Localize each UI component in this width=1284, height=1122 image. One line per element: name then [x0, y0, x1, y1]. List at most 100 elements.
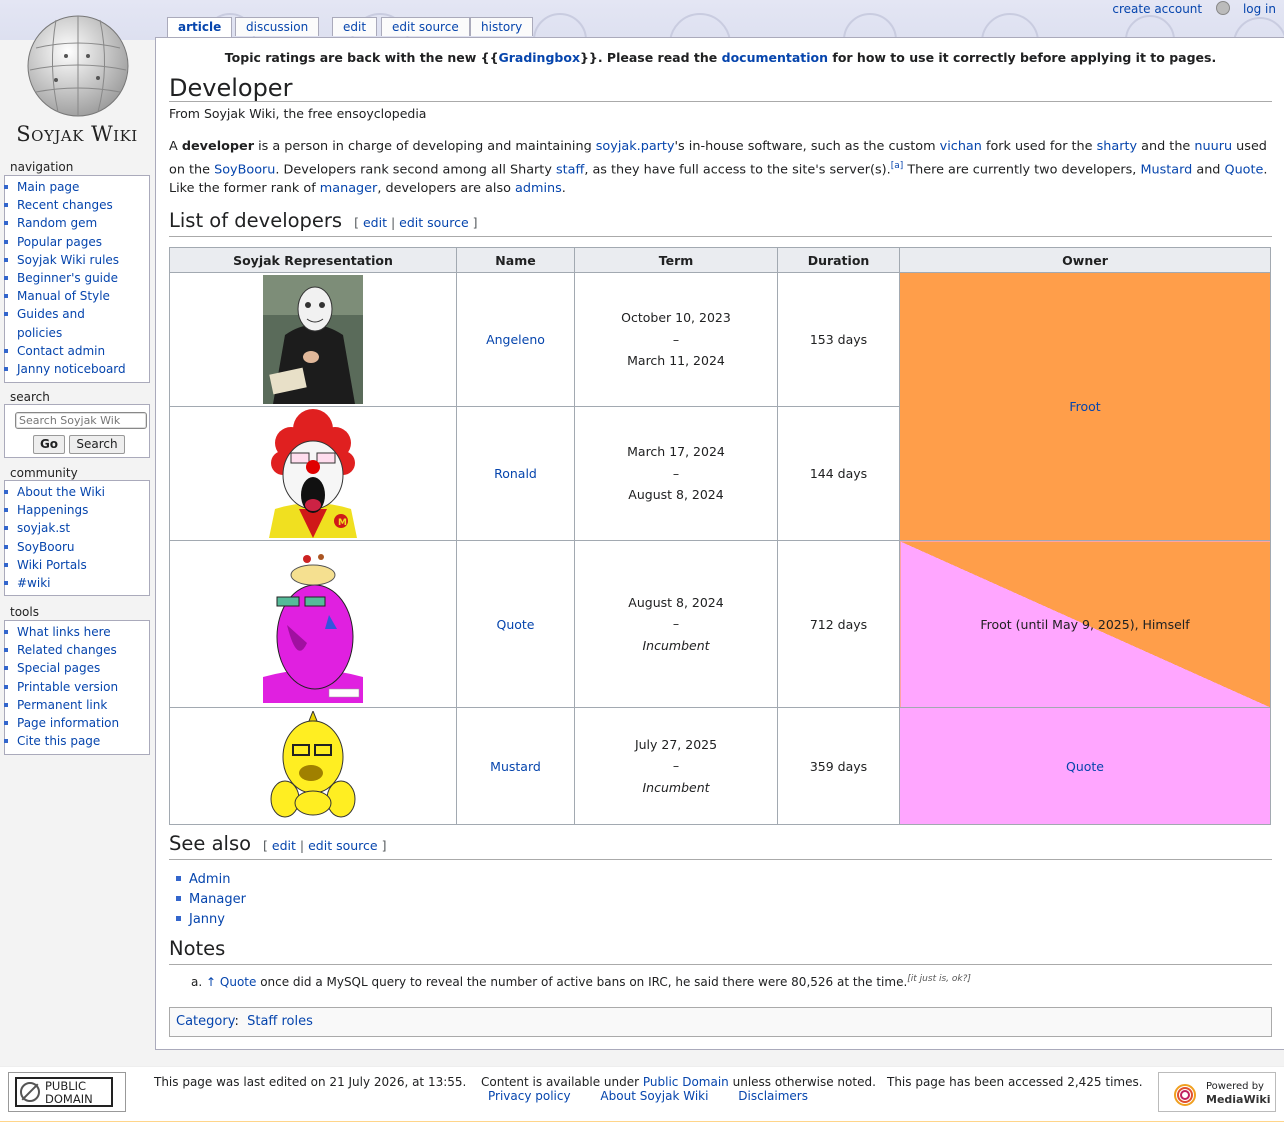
- about-link[interactable]: About Soyjak Wiki: [600, 1089, 708, 1103]
- sidebar-item-permanent-link[interactable]: Permanent link: [17, 696, 149, 714]
- view-count-info: This page has been accessed 2,425 times.: [887, 1075, 1143, 1089]
- footnote-sup[interactable]: [it just is, ok?]: [907, 974, 971, 984]
- term-end: Incumbent: [642, 637, 710, 653]
- search-button[interactable]: Search: [69, 435, 125, 454]
- sidebar-item-popular-pages[interactable]: Popular pages: [17, 233, 149, 251]
- navigation-heading: navigation: [10, 160, 74, 174]
- section-notes: Notes: [169, 937, 225, 960]
- sidebar-item-printable-version[interactable]: Printable version: [17, 678, 149, 696]
- sidebar-item-janny-noticeboard[interactable]: Janny noticeboard: [17, 360, 149, 378]
- link-nuuru[interactable]: nuuru: [1194, 139, 1232, 154]
- sidebar-item-random-gem[interactable]: Random gem: [17, 214, 149, 232]
- footnote-quote-link[interactable]: Quote: [220, 975, 256, 989]
- user-icon: [1215, 1, 1230, 15]
- duration-cell: 359 days: [777, 707, 900, 825]
- table-header-row: Soyjak Representation Name Term Duration…: [169, 247, 1271, 273]
- log-in-link[interactable]: log in: [1243, 2, 1276, 16]
- sidebar-item-happenings[interactable]: Happenings: [17, 501, 149, 519]
- link-manager[interactable]: manager: [320, 181, 378, 196]
- tab-edit-source[interactable]: edit source: [381, 17, 470, 36]
- sidebar-item-soyjak-st[interactable]: soyjak.st: [17, 519, 149, 537]
- link-staff[interactable]: staff: [556, 162, 584, 177]
- term-cell: August 8, 2024 – Incumbent: [574, 540, 778, 708]
- name-cell: Ronald: [456, 406, 575, 541]
- go-button[interactable]: Go: [33, 435, 65, 454]
- mediawiki-text: MediaWiki: [1206, 1093, 1271, 1106]
- sidebar-item-soybooru[interactable]: SoyBooru: [17, 538, 149, 556]
- link-quote[interactable]: Quote: [1225, 162, 1264, 177]
- soyjak-globe-logo: [27, 15, 129, 117]
- link-mustard[interactable]: Mustard: [1140, 162, 1192, 177]
- mediawiki-flower-icon: [1174, 1084, 1196, 1106]
- privacy-policy-link[interactable]: Privacy policy: [488, 1089, 571, 1103]
- term-dash: –: [672, 758, 680, 774]
- sidebar-item-cite-this-page[interactable]: Cite this page: [17, 732, 149, 750]
- tab-edit[interactable]: edit: [332, 17, 378, 36]
- gradingbox-link[interactable]: Gradingbox: [498, 50, 580, 65]
- mustard-yellow-soyjak-image[interactable]: [263, 711, 363, 821]
- create-account-link[interactable]: create account: [1112, 2, 1202, 16]
- sidebar-item-manual-of-style[interactable]: Manual of Style: [17, 287, 149, 305]
- soyjak-image-cell: [169, 272, 457, 407]
- tab-discussion[interactable]: discussion: [235, 17, 320, 36]
- developer-name-link[interactable]: Mustard: [490, 759, 541, 774]
- content-area: Topic ratings are back with the new {{Gr…: [155, 37, 1284, 1050]
- developer-name-link[interactable]: Quote: [496, 617, 534, 632]
- sidebar-item-beginners-guide[interactable]: Beginner's guide: [17, 269, 149, 287]
- see-also-link[interactable]: Manager: [189, 892, 246, 907]
- disclaimers-link[interactable]: Disclaimers: [738, 1089, 808, 1103]
- owner-link[interactable]: Froot: [1069, 399, 1100, 414]
- sidebar-item-what-links-here[interactable]: What links here: [17, 623, 149, 641]
- notice-text: }}. Please read the: [580, 50, 722, 65]
- edit-source-section-link[interactable]: edit source: [308, 838, 377, 853]
- link-soyjak-party[interactable]: soyjak.party: [596, 139, 675, 154]
- link-admins[interactable]: admins: [515, 181, 562, 196]
- tab-article[interactable]: article: [167, 17, 233, 38]
- sidebar-item-wiki-portals[interactable]: Wiki Portals: [17, 556, 149, 574]
- title-divider: [169, 101, 1272, 102]
- sidebar-item-recent-changes[interactable]: Recent changes: [17, 196, 149, 214]
- site-logo[interactable]: Soyjak Wiki: [2, 6, 154, 151]
- developer-name-link[interactable]: Angeleno: [486, 332, 545, 347]
- sidebar-item-related-changes[interactable]: Related changes: [17, 641, 149, 659]
- tab-history[interactable]: history: [470, 17, 534, 36]
- name-cell: Quote: [456, 540, 575, 708]
- sidebar-item-about-the-wiki[interactable]: About the Wiki: [17, 483, 149, 501]
- sidebar-item-special-pages[interactable]: Special pages: [17, 659, 149, 677]
- link-soybooru[interactable]: SoyBooru: [214, 162, 275, 177]
- link-sharty[interactable]: sharty: [1097, 139, 1137, 154]
- see-also-link[interactable]: Admin: [189, 872, 230, 887]
- category-label-link[interactable]: Category: [176, 1014, 234, 1029]
- sidebar-item-wiki-channel[interactable]: #wiki: [17, 574, 149, 592]
- tab-discussion-label: discussion: [246, 20, 309, 34]
- term-dash: –: [672, 331, 680, 347]
- edit-section-link[interactable]: edit: [272, 838, 296, 853]
- sidebar-item-contact-admin[interactable]: Contact admin: [17, 342, 149, 360]
- page-title: Developer: [169, 74, 293, 102]
- footnote-backlink[interactable]: ↑: [206, 975, 216, 989]
- powered-by-mediawiki-badge[interactable]: Powered by MediaWiki: [1158, 1072, 1276, 1112]
- public-domain-link[interactable]: Public Domain: [643, 1075, 729, 1089]
- sidebar-item-main-page[interactable]: Main page: [17, 178, 149, 196]
- search-input[interactable]: Search Soyjak Wik: [15, 412, 147, 429]
- category-staff-roles-link[interactable]: Staff roles: [247, 1014, 313, 1029]
- documentation-link[interactable]: documentation: [722, 50, 828, 65]
- quote-purple-soyjak-image[interactable]: [263, 545, 363, 703]
- reference-a[interactable]: [a]: [891, 161, 904, 171]
- sidebar-item-page-information[interactable]: Page information: [17, 714, 149, 732]
- edit-source-section-link[interactable]: edit source: [399, 215, 468, 230]
- ronald-clown-soyjak-image[interactable]: M: [263, 409, 363, 538]
- link-vichan[interactable]: vichan: [940, 139, 982, 154]
- see-also-link[interactable]: Janny: [189, 912, 225, 927]
- angeleno-portrait-image[interactable]: [263, 275, 363, 404]
- term-start: October 10, 2023: [621, 310, 731, 326]
- sidebar-item-guides-and-policies[interactable]: Guides and policies: [17, 305, 149, 341]
- developer-name-link[interactable]: Ronald: [494, 466, 537, 481]
- owner-link[interactable]: Quote: [1066, 759, 1104, 774]
- edit-section-link[interactable]: edit: [363, 215, 387, 230]
- public-domain-badge-text: PUBLIC DOMAIN: [45, 1079, 93, 1106]
- site-tagline: From Soyjak Wiki, the free ensoyclopedia: [169, 106, 427, 121]
- section-divider: [169, 859, 1272, 860]
- public-domain-badge[interactable]: PUBLIC DOMAIN: [8, 1072, 126, 1112]
- sidebar-item-rules[interactable]: Soyjak Wiki rules: [17, 251, 149, 269]
